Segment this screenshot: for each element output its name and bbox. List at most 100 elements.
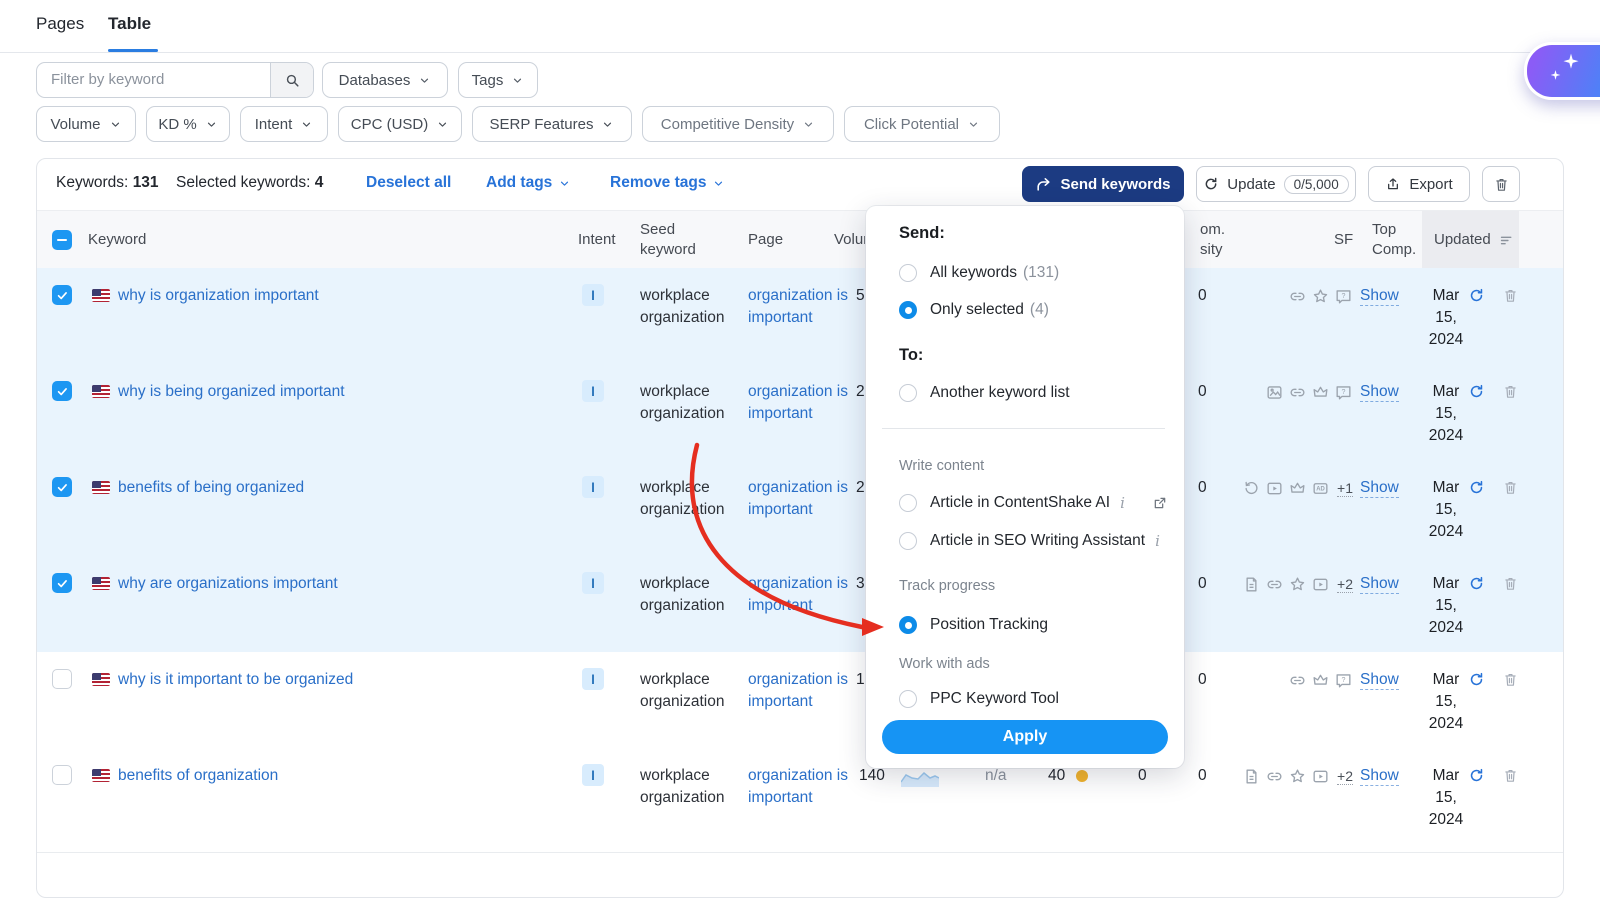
ai-assistant-button[interactable]	[1524, 42, 1600, 100]
click-potential-filter[interactable]: Click Potential	[844, 106, 1000, 142]
delete-all-button[interactable]	[1482, 166, 1520, 202]
top-comp-show-link[interactable]: Show	[1360, 287, 1399, 306]
keyword-link[interactable]: benefits of being organized	[118, 479, 304, 497]
header-seed-keyword[interactable]: Seed keyword	[640, 220, 696, 260]
keyword-link[interactable]: why is being organized important	[118, 383, 345, 401]
click-potential-filter-label: Click Potential	[864, 116, 959, 133]
option-another-keyword-list[interactable]: Another keyword list	[899, 384, 1168, 402]
chevron-down-icon	[712, 177, 725, 190]
header-top-comp[interactable]: Top Comp.	[1372, 220, 1416, 260]
trash-icon[interactable]	[1502, 575, 1519, 592]
radio-all-keywords[interactable]	[899, 264, 917, 282]
trash-icon[interactable]	[1502, 479, 1519, 496]
add-tags-dropdown[interactable]: Add tags	[486, 174, 571, 192]
option-contentshake[interactable]: Article in ContentShake AI i	[899, 494, 1168, 512]
apply-button[interactable]: Apply	[882, 720, 1168, 754]
refresh-icon[interactable]	[1468, 383, 1485, 400]
option-position-tracking[interactable]: Position Tracking	[899, 616, 1168, 634]
row-checkbox[interactable]	[52, 669, 72, 689]
header-top-comp-line2: Comp.	[1372, 240, 1416, 260]
tab-pages[interactable]: Pages	[36, 14, 84, 34]
radio-position-tracking[interactable]	[899, 616, 917, 634]
keyword-link[interactable]: why is organization important	[118, 287, 319, 305]
header-sf[interactable]: SF	[1334, 230, 1353, 250]
trash-icon[interactable]	[1502, 671, 1519, 688]
volume-filter[interactable]: Volume	[36, 106, 136, 142]
row-checkbox[interactable]	[52, 381, 72, 401]
row-checkbox[interactable]	[52, 285, 72, 305]
updated-date: Mar 15, 2024	[1422, 477, 1470, 543]
top-comp-show-link[interactable]: Show	[1360, 671, 1399, 690]
option-another-keyword-list-label: Another keyword list	[930, 384, 1070, 402]
select-all-checkbox[interactable]	[52, 230, 72, 250]
refresh-icon[interactable]	[1468, 575, 1485, 592]
export-button[interactable]: Export	[1368, 166, 1470, 202]
keyword-link[interactable]: why are organizations important	[118, 575, 338, 593]
refresh-icon[interactable]	[1468, 287, 1485, 304]
serp-more-count[interactable]: +2	[1337, 576, 1353, 593]
keyword-filter-input[interactable]	[49, 70, 263, 89]
page-link[interactable]: organization is important	[748, 477, 848, 521]
header-keyword[interactable]: Keyword	[88, 230, 146, 250]
header-com-density[interactable]: om. sity	[1200, 220, 1225, 260]
competitive-density-filter[interactable]: Competitive Density	[642, 106, 834, 142]
kd-filter[interactable]: KD %	[146, 106, 230, 142]
option-only-selected[interactable]: Only selected (4)	[899, 301, 1168, 319]
top-comp-show-link[interactable]: Show	[1360, 383, 1399, 402]
remove-tags-dropdown[interactable]: Remove tags	[610, 174, 725, 192]
sparkle-icon	[1561, 52, 1581, 72]
serp-features-filter[interactable]: SERP Features	[472, 106, 632, 142]
trash-icon[interactable]	[1502, 383, 1519, 400]
qa-bubble-icon	[1334, 671, 1353, 690]
update-button[interactable]: Update 0/5,000	[1196, 166, 1356, 202]
top-comp-show-link[interactable]: Show	[1360, 575, 1399, 594]
top-comp-show-link[interactable]: Show	[1360, 767, 1399, 786]
page-link[interactable]: organization is important	[748, 285, 848, 329]
trash-icon[interactable]	[1502, 767, 1519, 784]
page-link[interactable]: organization is important	[748, 381, 848, 425]
header-intent[interactable]: Intent	[578, 230, 616, 250]
radio-another-keyword-list[interactable]	[899, 384, 917, 402]
search-button[interactable]	[270, 63, 313, 97]
sort-icon[interactable]	[1498, 232, 1515, 249]
page-link[interactable]: organization is important	[748, 669, 848, 713]
page-link[interactable]: organization is important	[748, 573, 848, 617]
radio-only-selected[interactable]	[899, 301, 917, 319]
updated-date: Mar 15, 2024	[1422, 381, 1470, 447]
serp-more-count[interactable]: +2	[1337, 768, 1353, 785]
trash-icon[interactable]	[1502, 287, 1519, 304]
page-link[interactable]: organization is important	[748, 765, 848, 809]
refresh-icon[interactable]	[1468, 479, 1485, 496]
header-com-density-frag2: sity	[1200, 240, 1225, 260]
option-seo-writing-assistant[interactable]: Article in SEO Writing Assistant i	[899, 532, 1168, 550]
keyword-link[interactable]: benefits of organization	[118, 767, 278, 785]
deselect-all-link[interactable]: Deselect all	[366, 174, 451, 192]
option-all-keywords[interactable]: All keywords (131)	[899, 264, 1168, 282]
external-link-icon[interactable]	[1152, 495, 1168, 511]
radio-contentshake[interactable]	[899, 494, 917, 512]
top-comp-show-link[interactable]: Show	[1360, 479, 1399, 498]
row-checkbox[interactable]	[52, 477, 72, 497]
refresh-icon[interactable]	[1468, 671, 1485, 688]
intent-filter[interactable]: Intent	[240, 106, 328, 142]
tags-filter[interactable]: Tags	[458, 62, 538, 98]
databases-filter[interactable]: Databases	[322, 62, 448, 98]
row-checkbox[interactable]	[52, 573, 72, 593]
com-density-value: 0	[1198, 383, 1207, 401]
serp-more-count[interactable]: +1	[1337, 480, 1353, 497]
cpc-filter[interactable]: CPC (USD)	[338, 106, 462, 142]
refresh-icon[interactable]	[1468, 767, 1485, 784]
info-icon[interactable]: i	[1155, 532, 1160, 550]
header-page[interactable]: Page	[748, 230, 783, 250]
radio-ppc-keyword-tool[interactable]	[899, 690, 917, 708]
tab-table[interactable]: Table	[108, 14, 151, 34]
keyword-link[interactable]: why is it important to be organized	[118, 671, 353, 689]
header-updated[interactable]: Updated	[1434, 230, 1491, 250]
video-icon	[1311, 575, 1330, 594]
radio-seo-writing-assistant[interactable]	[899, 532, 917, 550]
info-icon[interactable]: i	[1120, 494, 1125, 512]
send-keywords-button[interactable]: Send keywords	[1022, 166, 1184, 202]
option-ppc-keyword-tool[interactable]: PPC Keyword Tool	[899, 690, 1168, 708]
row-checkbox[interactable]	[52, 765, 72, 785]
work-with-ads-section-label: Work with ads	[899, 656, 990, 672]
